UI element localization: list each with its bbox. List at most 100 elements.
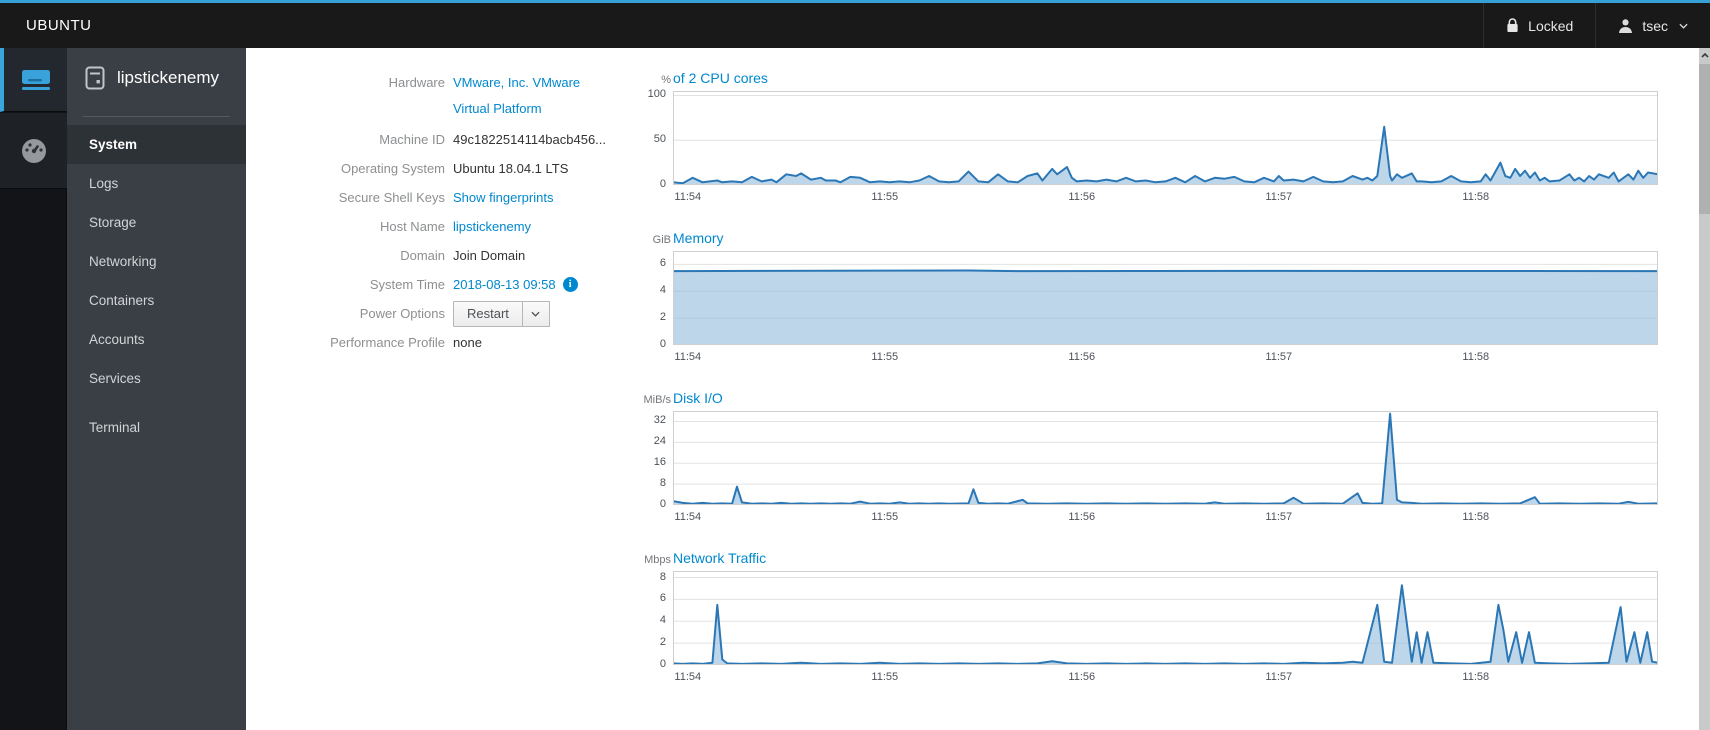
chart-network-title-row: Mbps Network Traffic [638, 550, 1658, 570]
info-value-ssh-keys: Show fingerprints [453, 190, 553, 205]
chart-cpu-ytick: 0 [659, 178, 666, 190]
sidebar-item-logs[interactable]: Logs [67, 164, 246, 203]
sidebar-item-accounts[interactable]: Accounts [67, 320, 246, 359]
info-label-host-name: Host Name [379, 219, 445, 234]
lock-icon [1507, 18, 1518, 32]
gauge-icon [21, 138, 46, 163]
chart-network-title-link[interactable]: Network Traffic [673, 550, 766, 566]
chart-cpu-title-link[interactable]: of 2 CPU cores [673, 70, 768, 86]
chart-network-xtick: 11:54 [674, 671, 702, 683]
chevron-down-icon [531, 311, 540, 317]
chart-network-xtick: 11:56 [1068, 671, 1096, 683]
chart-disk-xtick: 11:54 [674, 511, 702, 523]
info-row-power-options: Power Options Restart [246, 299, 646, 328]
locked-label: Locked [1528, 17, 1574, 34]
operating-system-value: Ubuntu 18.04.1 LTS [453, 161, 569, 176]
info-row-host-name: Host Name lipstickenemy [246, 212, 646, 241]
info-row-machine-id: Machine ID 49c1822514114bacb456... [246, 125, 646, 154]
chart-memory-xtick: 11:56 [1068, 351, 1096, 363]
info-label-performance-profile: Performance Profile [330, 335, 445, 350]
chart-disk-ytick: 0 [659, 498, 666, 510]
host-name-link[interactable]: lipstickenemy [453, 219, 531, 234]
performance-profile-value: none [453, 335, 482, 350]
rail-dashboard-button[interactable] [0, 113, 67, 189]
chart-memory-xtick: 11:55 [871, 351, 899, 363]
chart-memory-ytick: 0 [659, 338, 666, 350]
chart-network-xtick: 11:58 [1462, 671, 1490, 683]
sidebar-item-storage[interactable]: Storage [67, 203, 246, 242]
main-content: Hardware VMware, Inc. VMware Virtual Platf… [246, 48, 1710, 730]
info-row-performance-profile: Performance Profile none [246, 328, 646, 357]
ssh-keys-link[interactable]: Show fingerprints [453, 190, 553, 205]
info-value-host-name: lipstickenemy [453, 219, 531, 234]
chart-disk-title-link[interactable]: Disk I/O [673, 390, 723, 406]
user-menu-button[interactable]: tsec [1596, 3, 1710, 48]
info-label-hardware: Hardware [388, 75, 445, 90]
chart-disk-xtick: 11:56 [1068, 511, 1096, 523]
chart-disk-ytick: 8 [659, 477, 666, 490]
hardware-link-line2[interactable]: Virtual Platform [453, 96, 580, 122]
topbar-right: Locked tsec [1483, 3, 1710, 48]
machine-icon [85, 66, 105, 90]
info-label-system-time: System Time [369, 277, 445, 292]
chart-cpu-ytick: 50 [653, 133, 666, 146]
chart-memory-unit: GiB [652, 234, 671, 246]
chart-network-ytick: 2 [659, 636, 666, 649]
scroll-up-arrow[interactable] [1699, 48, 1710, 63]
user-icon [1619, 19, 1633, 33]
info-label-machine-id: Machine ID [379, 132, 445, 147]
domain-value: Join Domain [453, 248, 526, 263]
restart-dropdown-button[interactable] [522, 300, 550, 327]
sidebar-nav: System Logs Storage Networking Containers Acc… [67, 125, 246, 447]
hostname-label: lipstickenemy [117, 68, 220, 87]
sidebar-divider [83, 116, 230, 117]
sidebar-item-terminal[interactable]: Terminal [67, 408, 246, 447]
chart-cpu: % of 2 CPU cores 100 50 0 11:54 11:55 11:56 11:5… [638, 70, 1658, 210]
hardware-link[interactable]: VMware, Inc. VMware [453, 70, 580, 96]
power-options-split-button: Restart [453, 300, 550, 327]
sidebar-item-networking[interactable]: Networking [67, 242, 246, 281]
scrollbar-thumb[interactable] [1699, 64, 1710, 214]
info-value-hardware: VMware, Inc. VMware Virtual Platform [453, 70, 580, 122]
info-value-operating-system: Ubuntu 18.04.1 LTS [453, 161, 568, 176]
user-label: tsec [1642, 17, 1668, 34]
chart-disk-ytick: 16 [653, 456, 666, 469]
info-value-domain: Join Domain [453, 248, 525, 263]
machine-id-value: 49c1822514114bacb456... [453, 132, 607, 147]
chart-cpu-xtick: 11:56 [1068, 191, 1096, 203]
chart-memory-xtick: 11:58 [1462, 351, 1490, 363]
info-label-domain: Domain [400, 248, 445, 263]
restart-button[interactable]: Restart [453, 300, 523, 327]
chart-disk-xtick: 11:55 [871, 511, 899, 523]
brand-title: UBUNTU [26, 17, 92, 34]
info-icon[interactable]: i [562, 277, 578, 292]
chart-memory-plot [673, 251, 1658, 345]
chart-network-ytick: 0 [659, 658, 666, 670]
chart-network-plot [673, 571, 1658, 665]
chart-memory-title-link[interactable]: Memory [673, 230, 724, 246]
chart-memory-title-row: GiB Memory [638, 230, 1658, 250]
vertical-scrollbar[interactable] [1699, 48, 1710, 730]
info-row-system-time: System Time 2018-08-13 09:58 i [246, 270, 646, 299]
rail-host-button[interactable] [0, 48, 67, 112]
chart-network-xtick: 11:57 [1265, 671, 1293, 683]
sidebar-item-containers[interactable]: Containers [67, 281, 246, 320]
chart-cpu-xtick: 11:58 [1462, 191, 1490, 203]
system-info-panel: Hardware VMware, Inc. VMware Virtual Platf… [246, 70, 646, 357]
chart-disk-unit: MiB/s [643, 394, 672, 406]
sidebar-item-system[interactable]: System [67, 125, 246, 164]
host-header[interactable]: lipstickenemy [67, 48, 246, 108]
info-value-machine-id: 49c1822514114bacb456... [453, 132, 606, 147]
sidebar-item-services[interactable]: Services [67, 359, 246, 398]
top-bar: UBUNTU Locked tsec [0, 0, 1710, 48]
chevron-up-icon [1700, 53, 1709, 58]
chart-memory-ytick: 6 [659, 257, 666, 270]
info-row-hardware: Hardware VMware, Inc. VMware Virtual Platf… [246, 70, 646, 125]
chart-network-xtick: 11:55 [871, 671, 899, 683]
chart-cpu-unit: % [661, 74, 671, 86]
chart-network-ytick: 8 [659, 570, 666, 583]
locked-button[interactable]: Locked [1484, 3, 1595, 48]
system-time-link[interactable]: 2018-08-13 09:58 [453, 277, 556, 292]
info-row-ssh-keys: Secure Shell Keys Show fingerprints [246, 183, 646, 212]
info-label-power-options: Power Options [359, 306, 445, 321]
